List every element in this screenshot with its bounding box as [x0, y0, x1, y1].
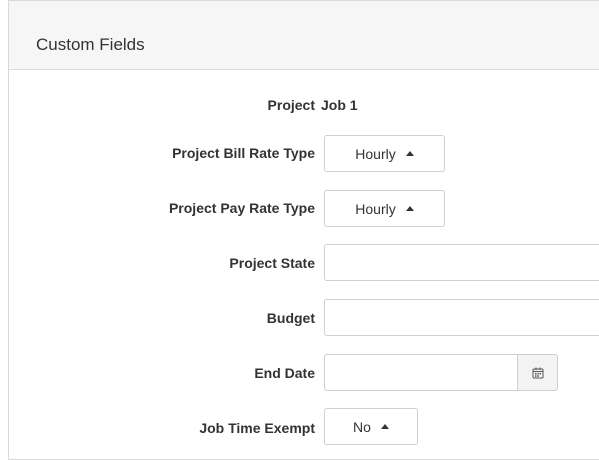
job-time-exempt-dropdown[interactable]: No — [324, 408, 418, 445]
calendar-button[interactable] — [517, 354, 558, 391]
job-time-exempt-label: Job Time Exempt — [199, 420, 315, 436]
caret-up-icon — [380, 424, 389, 429]
project-value: Job 1 — [321, 97, 358, 113]
panel-header: Custom Fields — [9, 0, 599, 70]
project-state-label: Project State — [229, 255, 315, 271]
job-time-exempt-value: No — [353, 418, 371, 435]
caret-up-icon — [405, 151, 414, 156]
bill-rate-type-value: Hourly — [355, 145, 396, 162]
bill-rate-type-label: Project Bill Rate Type — [172, 145, 315, 161]
pay-rate-type-label: Project Pay Rate Type — [168, 200, 315, 216]
end-date-label: End Date — [254, 365, 315, 381]
custom-fields-panel: Custom Fields Project Job 1 Project Bill… — [8, 0, 599, 460]
pay-rate-type-dropdown[interactable]: Hourly — [324, 190, 445, 227]
project-state-input[interactable] — [324, 244, 599, 281]
caret-up-icon — [405, 206, 414, 211]
calendar-icon — [532, 367, 543, 378]
budget-input[interactable] — [324, 299, 599, 336]
panel-title: Custom Fields — [36, 35, 145, 54]
budget-label: Budget — [266, 310, 315, 326]
project-label: Project — [267, 97, 315, 113]
pay-rate-type-value: Hourly — [355, 200, 396, 217]
bill-rate-type-dropdown[interactable]: Hourly — [324, 135, 445, 172]
end-date-input[interactable] — [324, 354, 517, 391]
